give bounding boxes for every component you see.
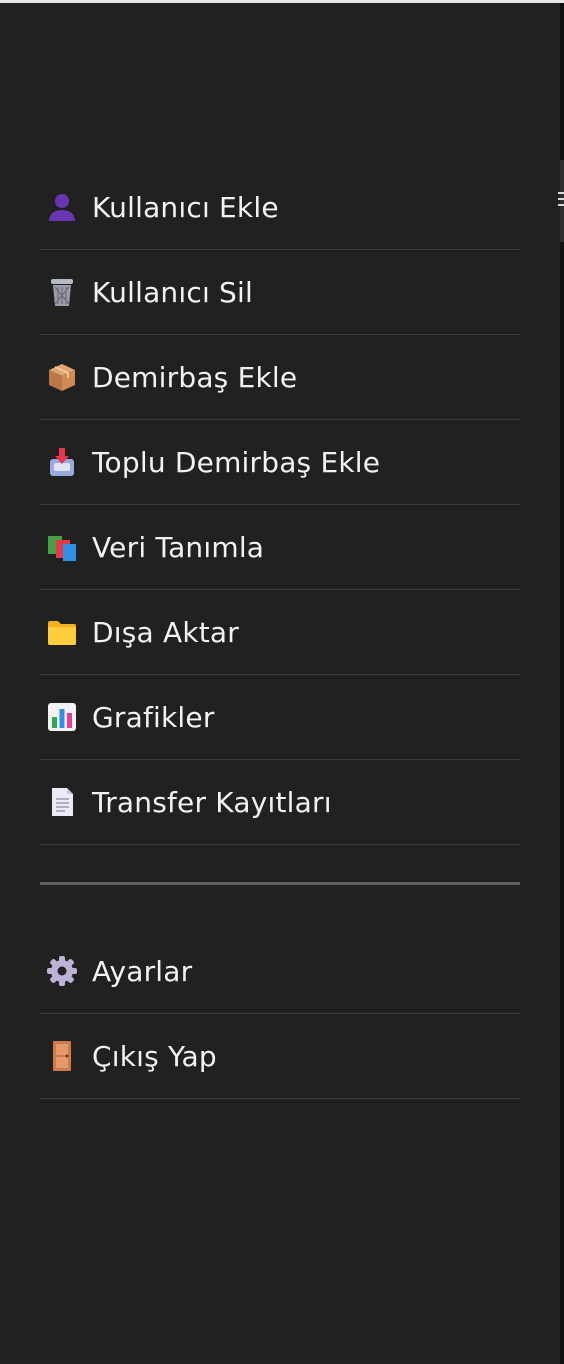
menu-item-define-data[interactable]: Veri Tanımla <box>40 505 520 590</box>
menu-item-transfer-records[interactable]: Transfer Kayıtları <box>40 760 520 845</box>
menu-item-label: Dışa Aktar <box>92 615 240 649</box>
menu-item-label: Kullanıcı Sil <box>92 275 253 309</box>
bottom-menu: Ayarlar Çıkış Yap <box>40 929 520 1099</box>
menu-item-label: Demirbaş Ekle <box>92 360 298 394</box>
menu-item-bulk-add-asset[interactable]: Toplu Demirbaş Ekle <box>40 420 520 505</box>
inbox-tray-icon <box>45 445 79 479</box>
menu-item-label: Toplu Demirbaş Ekle <box>92 445 381 479</box>
trash-icon <box>45 275 79 309</box>
menu-item-label: Grafikler <box>92 700 215 734</box>
books-icon <box>45 530 79 564</box>
package-icon <box>45 360 79 394</box>
hamburger-icon[interactable] <box>558 192 564 212</box>
door-icon <box>45 1039 79 1073</box>
gear-icon <box>45 954 79 988</box>
menu-item-label: Kullanıcı Ekle <box>92 190 279 224</box>
menu-item-label: Veri Tanımla <box>92 530 265 564</box>
menu-item-charts[interactable]: Grafikler <box>40 675 520 760</box>
folder-icon <box>45 615 79 649</box>
menu-item-add-user[interactable]: Kullanıcı Ekle <box>40 165 520 250</box>
menu-item-settings[interactable]: Ayarlar <box>40 929 520 1014</box>
bar-chart-icon <box>45 700 79 734</box>
menu-item-add-asset[interactable]: Demirbaş Ekle <box>40 335 520 420</box>
menu-separator <box>40 882 520 885</box>
menu-item-logout[interactable]: Çıkış Yap <box>40 1014 520 1099</box>
user-icon <box>45 190 79 224</box>
menu-item-label: Ayarlar <box>92 954 193 988</box>
menu-item-label: Çıkış Yap <box>92 1039 217 1073</box>
document-icon <box>45 785 79 819</box>
main-menu: Kullanıcı Ekle Kullanıcı Sil Demirbaş Ek… <box>40 165 520 845</box>
menu-item-label: Transfer Kayıtları <box>92 785 332 819</box>
menu-item-delete-user[interactable]: Kullanıcı Sil <box>40 250 520 335</box>
menu-item-export[interactable]: Dışa Aktar <box>40 590 520 675</box>
